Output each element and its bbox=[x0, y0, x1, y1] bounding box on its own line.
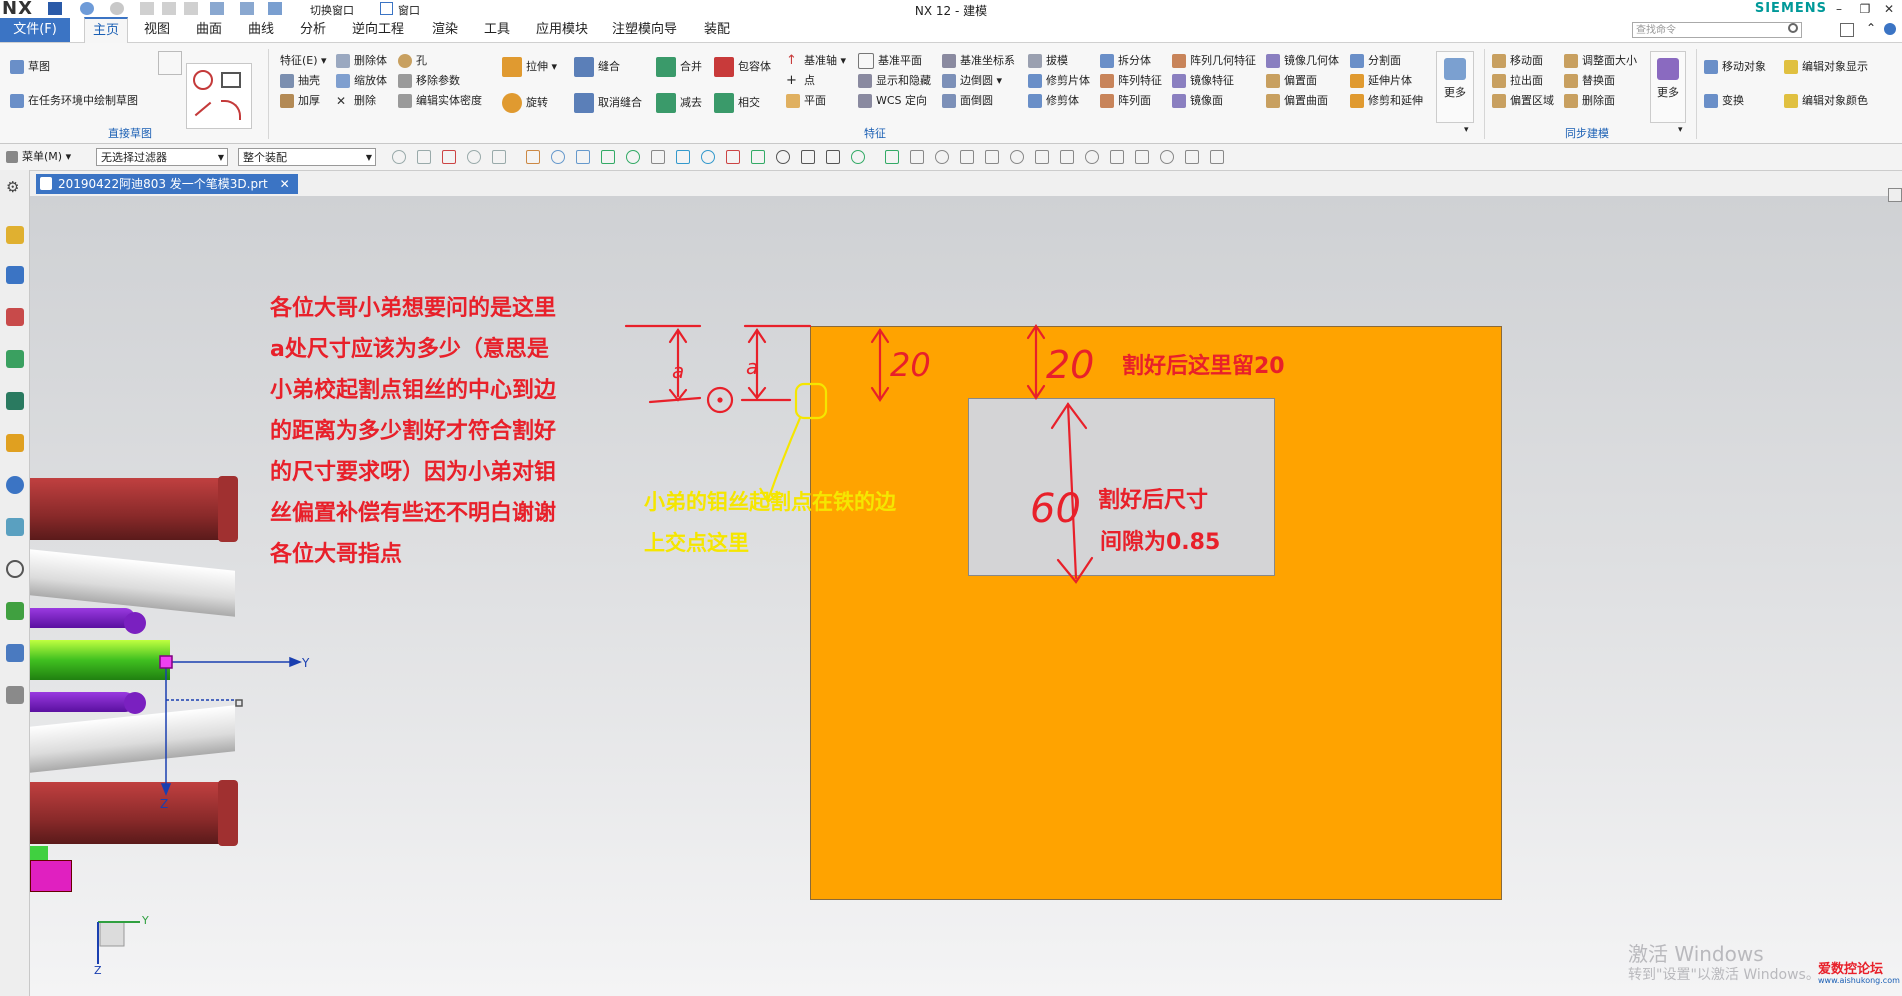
question-line: 各位大哥小弟想要问的是这里 bbox=[270, 296, 557, 321]
triad-z-label: Z bbox=[94, 964, 102, 977]
question-line: 小弟校起割点钼丝的中心到边 bbox=[270, 378, 557, 403]
question-line: 各位大哥指点 bbox=[270, 542, 403, 567]
leave-20-label: 割好后这里留20 bbox=[1122, 354, 1285, 379]
wire-center-dot bbox=[717, 397, 723, 403]
activate-windows-title: 激活 Windows bbox=[1628, 942, 1764, 966]
origin-marker bbox=[159, 655, 173, 669]
question-line: a处尺寸应该为多少（意思是 bbox=[270, 337, 549, 362]
start-point-note: 小弟的钼丝起割点在铁的边 上交点这里 bbox=[644, 482, 896, 564]
z-axis-label: Z bbox=[160, 797, 168, 811]
gap-label: 间隙为0.85 bbox=[1100, 530, 1221, 555]
question-line: 丝偏置补偿有些还不明白谢谢 bbox=[270, 501, 557, 526]
forum-url: www.aishukong.com bbox=[1818, 976, 1900, 985]
datum-axes bbox=[159, 655, 303, 797]
y-axis-label: Y bbox=[301, 656, 310, 670]
y-axis-arrow-icon bbox=[289, 656, 303, 668]
triad-cube bbox=[99, 921, 125, 947]
dim-20-label-2: 20 bbox=[1046, 343, 1094, 387]
view-orient-icon[interactable] bbox=[1888, 188, 1902, 202]
question-line: 的距离为多少割好才符合割好 bbox=[270, 419, 557, 444]
start-point-note-line: 小弟的钼丝起割点在铁的边 bbox=[644, 490, 896, 514]
activate-windows-subtitle: 转到"设置"以激活 Windows。 bbox=[1628, 967, 1820, 983]
dim-60-label: 60 bbox=[1030, 486, 1081, 532]
z-axis-arrow-icon bbox=[160, 783, 172, 797]
dim-a-label-2: a bbox=[746, 355, 758, 379]
question-text: 各位大哥小弟想要问的是这里 a处尺寸应该为多少（意思是 小弟校起割点钼丝的中心到… bbox=[270, 288, 556, 575]
start-point-note-line: 上交点这里 bbox=[644, 531, 749, 555]
size-after-cut-label: 割好后尺寸 bbox=[1098, 488, 1209, 513]
dim-line bbox=[648, 396, 702, 404]
dim-a-label-1: a bbox=[672, 359, 684, 383]
view-triad bbox=[97, 921, 140, 964]
start-point-highlight bbox=[794, 382, 828, 420]
triad-y-label: Y bbox=[141, 914, 149, 927]
axis-marker bbox=[235, 699, 243, 707]
forum-logo: 爱数控论坛 bbox=[1818, 962, 1884, 977]
dim-20-label-1: 20 bbox=[890, 346, 931, 384]
question-line: 的尺寸要求呀）因为小弟对钼 bbox=[270, 460, 557, 485]
